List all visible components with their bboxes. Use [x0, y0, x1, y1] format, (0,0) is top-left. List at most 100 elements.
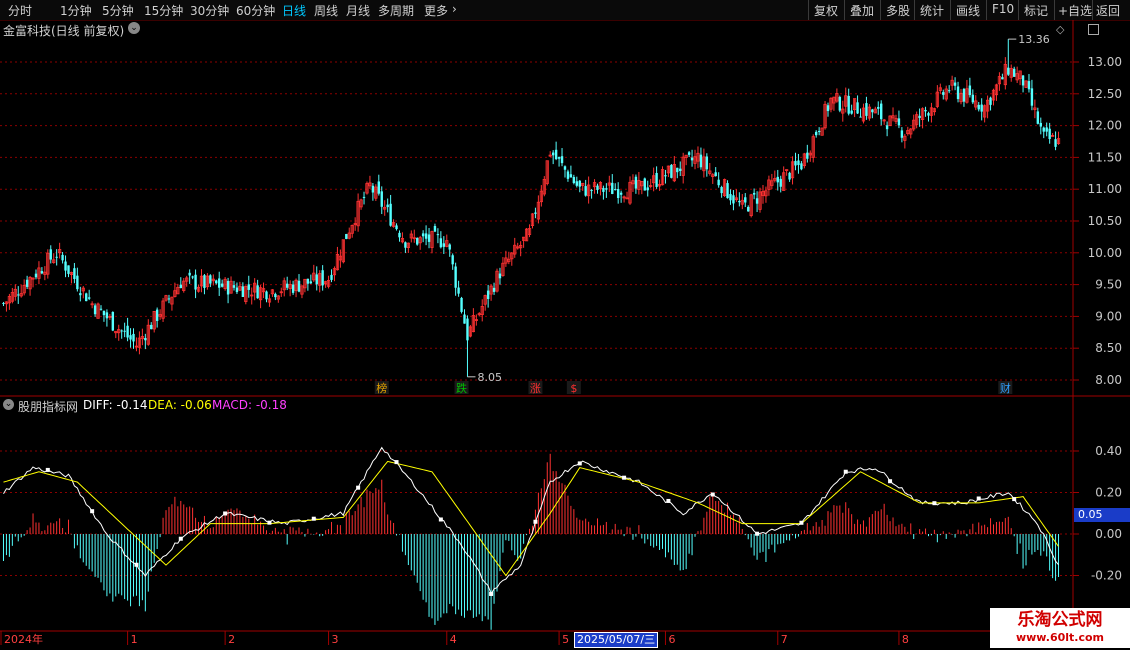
- chevron-down-icon[interactable]: ⌄: [3, 399, 14, 410]
- chart-annotations: 13.36 8.05 榜 跌 涨 $ 财: [374, 33, 1050, 395]
- candle-body-down: [427, 234, 431, 242]
- candle-body-down: [732, 195, 735, 204]
- candle-body-down: [646, 187, 649, 191]
- candle-body-down: [345, 234, 348, 239]
- candle-body-down: [67, 265, 70, 274]
- candle-body-down: [285, 283, 289, 288]
- candle-body-down: [968, 85, 972, 96]
- candle-body-down: [105, 312, 109, 319]
- diff-marker: [755, 531, 760, 536]
- candle-body-down: [463, 314, 466, 324]
- candle-body-down: [865, 103, 868, 116]
- candle-body-down: [1042, 127, 1045, 132]
- candle-body-down: [1007, 67, 1010, 75]
- candle-body-down: [794, 160, 797, 166]
- candle-body-down: [1039, 122, 1042, 127]
- indicator-tick-label: 0.00: [1095, 527, 1122, 541]
- diff-marker: [178, 536, 183, 541]
- candle-body-down: [404, 242, 407, 248]
- candle-body-down: [752, 192, 756, 195]
- chart-frame: [0, 20, 1130, 632]
- candle-body-down: [602, 187, 605, 192]
- candle-body-down: [25, 279, 29, 287]
- candle-body-down: [918, 115, 921, 119]
- price-tick-label: 8.50: [1095, 341, 1122, 355]
- candle-body-down: [424, 233, 428, 239]
- candle-body-down: [551, 152, 555, 156]
- candle-body-down: [380, 191, 383, 207]
- candle-body-down: [814, 131, 818, 136]
- diff-marker: [666, 498, 671, 503]
- candle-body-down: [395, 225, 398, 230]
- candle-body-down: [569, 174, 573, 178]
- watermark-title: 乐淘公式网: [990, 608, 1130, 632]
- diff-marker: [622, 475, 627, 480]
- candle-body-down: [956, 86, 960, 100]
- candle-body-down: [132, 333, 135, 342]
- panel-toggle-icon[interactable]: [1088, 24, 1099, 35]
- candle-body-down: [155, 309, 159, 321]
- candle-body-down: [111, 311, 115, 331]
- candle-body-down: [102, 310, 106, 316]
- candle-body-down: [614, 189, 617, 191]
- stock-title: 金富科技(日线 前复权): [3, 24, 125, 38]
- candle-body-down: [389, 203, 392, 226]
- candle-body-down: [291, 284, 295, 293]
- candle-body-down: [49, 249, 52, 260]
- candle-body-down: [150, 324, 153, 330]
- price-tick-label: 12.00: [1088, 119, 1122, 133]
- candle-body-down: [1054, 139, 1057, 147]
- candle-body-down: [371, 185, 375, 193]
- current-value-tag: 0.05: [1074, 508, 1130, 522]
- candle-body-down: [256, 285, 259, 299]
- diff-marker: [267, 520, 272, 525]
- diff-marker: [710, 492, 715, 497]
- candle-body-down: [73, 268, 76, 280]
- candle-body-down: [451, 255, 454, 265]
- price-tick-label: 11.50: [1088, 150, 1122, 164]
- candle-body-down: [690, 157, 694, 161]
- candle-body-down: [306, 278, 310, 284]
- event-marker: 跌: [456, 381, 467, 395]
- candle-body-down: [274, 293, 277, 298]
- candle-body-down: [806, 152, 809, 159]
- diff-marker: [843, 469, 848, 474]
- price-tick-label: 9.50: [1095, 278, 1122, 292]
- candle-body-down: [377, 181, 381, 194]
- candle-body-down: [309, 281, 313, 284]
- low-label: 8.05: [477, 371, 502, 384]
- candle-body-down: [572, 177, 576, 184]
- diff-marker: [394, 460, 399, 465]
- date-tick-label: 7: [781, 633, 788, 646]
- candle-body-down: [1021, 75, 1025, 86]
- candle-body-down: [40, 271, 44, 274]
- chevron-down-icon[interactable]: ⌄: [128, 22, 140, 34]
- candle-body-down: [900, 130, 904, 138]
- candle-body-down: [679, 168, 682, 171]
- candle-body-down: [838, 96, 842, 111]
- candle-body-down: [977, 104, 980, 110]
- candle-body-down: [1027, 81, 1031, 90]
- candle-body-down: [315, 274, 318, 285]
- candle-body-down: [817, 130, 821, 132]
- candle-body-down: [655, 172, 658, 187]
- candle-body-down: [980, 104, 983, 112]
- diff-marker: [976, 496, 981, 501]
- candle-body-down: [129, 335, 132, 340]
- candle-body-down: [191, 276, 194, 278]
- candle-body-down: [776, 176, 779, 183]
- cursor-date: 2025/05/07/三: [574, 632, 659, 648]
- candle-body-down: [1036, 111, 1040, 124]
- diamond-icon[interactable]: ◇: [1056, 23, 1064, 36]
- price-tick-label: 12.50: [1088, 87, 1122, 101]
- candle-body-down: [797, 160, 800, 166]
- candle-body-down: [34, 273, 38, 278]
- candle-body-down: [448, 244, 451, 250]
- diff-marker: [45, 467, 50, 472]
- price-tick-label: 10.50: [1088, 214, 1122, 228]
- candle-body-down: [1001, 77, 1004, 80]
- candle-body-down: [454, 266, 457, 288]
- high-label: 13.36: [1018, 33, 1050, 46]
- candle-body-down: [188, 272, 191, 276]
- candle-body-down: [885, 125, 889, 130]
